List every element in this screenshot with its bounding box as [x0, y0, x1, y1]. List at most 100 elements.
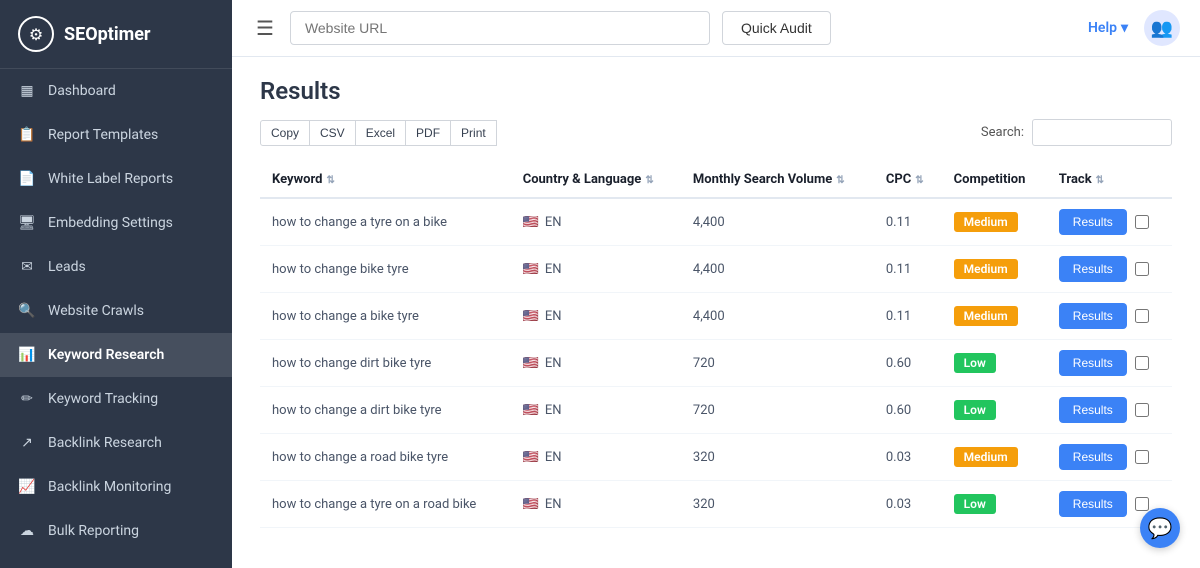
results-button[interactable]: Results — [1059, 209, 1127, 235]
sidebar-item-dashboard[interactable]: ▦ Dashboard — [0, 69, 232, 113]
cell-cpc: 0.03 — [874, 434, 942, 481]
nav-label-report-templates: Report Templates — [48, 127, 158, 143]
sidebar-item-keyword-research[interactable]: 📊 Keyword Research — [0, 333, 232, 377]
help-button[interactable]: Help ▾ — [1088, 20, 1128, 36]
col-header-keyword[interactable]: Keyword⇅ — [260, 162, 511, 198]
cell-country: 🇺🇸 EN — [511, 434, 681, 481]
nav-label-bulk-reporting: Bulk Reporting — [48, 523, 139, 539]
cell-country: 🇺🇸 EN — [511, 198, 681, 246]
sort-icon: ⇅ — [836, 175, 844, 186]
sidebar-nav: ▦ Dashboard 📋 Report Templates 📄 White L… — [0, 69, 232, 568]
cell-keyword: how to change a tyre on a road bike — [260, 481, 511, 528]
cell-country: 🇺🇸 EN — [511, 246, 681, 293]
track-checkbox[interactable] — [1135, 215, 1149, 229]
lang-code: EN — [545, 450, 562, 465]
cell-competition: Medium — [942, 434, 1047, 481]
cell-cpc: 0.11 — [874, 293, 942, 340]
cell-track: Results — [1047, 387, 1172, 434]
search-label: Search: — [981, 125, 1024, 140]
quick-audit-button[interactable]: Quick Audit — [722, 11, 831, 45]
results-button[interactable]: Results — [1059, 444, 1127, 470]
col-header-country-&-language[interactable]: Country & Language⇅ — [511, 162, 681, 198]
cell-keyword: how to change a road bike tyre — [260, 434, 511, 481]
lang-code: EN — [545, 309, 562, 324]
results-button[interactable]: Results — [1059, 397, 1127, 423]
url-input[interactable] — [290, 11, 710, 45]
sidebar-item-backlink-research[interactable]: ↗ Backlink Research — [0, 421, 232, 465]
results-button[interactable]: Results — [1059, 491, 1127, 517]
cell-volume: 4,400 — [681, 198, 874, 246]
cell-volume: 320 — [681, 481, 874, 528]
competition-badge: Low — [954, 494, 996, 514]
cell-cpc: 0.60 — [874, 387, 942, 434]
nav-label-leads: Leads — [48, 259, 86, 275]
cell-competition: Low — [942, 387, 1047, 434]
flag-icon: 🇺🇸 — [523, 356, 539, 371]
hamburger-button[interactable]: ☰ — [252, 12, 278, 45]
track-checkbox[interactable] — [1135, 497, 1149, 511]
cell-keyword: how to change a bike tyre — [260, 293, 511, 340]
logo: ⚙ SEOptimer — [0, 0, 232, 69]
track-checkbox[interactable] — [1135, 450, 1149, 464]
results-button[interactable]: Results — [1059, 256, 1127, 282]
sidebar-item-backlink-monitoring[interactable]: 📈 Backlink Monitoring — [0, 465, 232, 509]
table-header: Keyword⇅Country & Language⇅Monthly Searc… — [260, 162, 1172, 198]
cell-cpc: 0.60 — [874, 340, 942, 387]
toolbar: CopyCSVExcelPDFPrint Search: — [260, 119, 1172, 146]
results-button[interactable]: Results — [1059, 303, 1127, 329]
users-icon[interactable]: 👥 — [1144, 10, 1180, 46]
nav-label-backlink-research: Backlink Research — [48, 435, 162, 451]
cell-country: 🇺🇸 EN — [511, 293, 681, 340]
cell-keyword: how to change a tyre on a bike — [260, 198, 511, 246]
lang-code: EN — [545, 497, 562, 512]
cell-cpc: 0.11 — [874, 198, 942, 246]
search-input[interactable] — [1032, 119, 1172, 146]
sidebar-item-website-crawls[interactable]: 🔍 Website Crawls — [0, 289, 232, 333]
table-row: how to change a tyre on a road bike 🇺🇸 E… — [260, 481, 1172, 528]
sidebar-item-keyword-tracking[interactable]: ✏ Keyword Tracking — [0, 377, 232, 421]
cell-country: 🇺🇸 EN — [511, 387, 681, 434]
logo-icon: ⚙ — [18, 16, 54, 52]
results-button[interactable]: Results — [1059, 350, 1127, 376]
nav-icon-report-templates: 📋 — [18, 126, 36, 144]
cell-track: Results — [1047, 434, 1172, 481]
track-checkbox[interactable] — [1135, 262, 1149, 276]
toolbar-btn-pdf[interactable]: PDF — [405, 120, 451, 146]
main-area: ☰ Quick Audit Help ▾ 👥 Results CopyCSVEx… — [232, 0, 1200, 568]
col-header-competition: Competition — [942, 162, 1047, 198]
sidebar-item-embedding-settings[interactable]: 🖥 Embedding Settings — [0, 201, 232, 245]
competition-badge: Low — [954, 353, 996, 373]
flag-icon: 🇺🇸 — [523, 403, 539, 418]
header-row: Keyword⇅Country & Language⇅Monthly Searc… — [260, 162, 1172, 198]
nav-label-keyword-tracking: Keyword Tracking — [48, 391, 158, 407]
col-header-track[interactable]: Track⇅ — [1047, 162, 1172, 198]
track-checkbox[interactable] — [1135, 309, 1149, 323]
toolbar-btn-copy[interactable]: Copy — [260, 120, 310, 146]
cell-volume: 320 — [681, 434, 874, 481]
nav-label-website-crawls: Website Crawls — [48, 303, 144, 319]
toolbar-btn-print[interactable]: Print — [450, 120, 497, 146]
sidebar-item-leads[interactable]: ✉ Leads — [0, 245, 232, 289]
col-header-cpc[interactable]: CPC⇅ — [874, 162, 942, 198]
cell-competition: Low — [942, 481, 1047, 528]
track-checkbox[interactable] — [1135, 356, 1149, 370]
content-area: Results CopyCSVExcelPDFPrint Search: Key… — [232, 57, 1200, 568]
topbar-right: Help ▾ 👥 — [1088, 10, 1180, 46]
sidebar-item-report-templates[interactable]: 📋 Report Templates — [0, 113, 232, 157]
toolbar-btn-excel[interactable]: Excel — [355, 120, 406, 146]
cell-competition: Medium — [942, 198, 1047, 246]
nav-icon-backlink-monitoring: 📈 — [18, 478, 36, 496]
competition-badge: Medium — [954, 259, 1018, 279]
cell-volume: 720 — [681, 340, 874, 387]
nav-label-white-label-reports: White Label Reports — [48, 171, 173, 187]
chat-bubble[interactable]: 💬 — [1140, 508, 1180, 548]
toolbar-btn-csv[interactable]: CSV — [309, 120, 356, 146]
track-checkbox[interactable] — [1135, 403, 1149, 417]
col-header-monthly-search-volume[interactable]: Monthly Search Volume⇅ — [681, 162, 874, 198]
nav-icon-keyword-research: 📊 — [18, 346, 36, 364]
competition-badge: Medium — [954, 306, 1018, 326]
table-row: how to change a road bike tyre 🇺🇸 EN 320… — [260, 434, 1172, 481]
sidebar-item-bulk-reporting[interactable]: ☁ Bulk Reporting — [0, 509, 232, 553]
cell-keyword: how to change bike tyre — [260, 246, 511, 293]
sidebar-item-white-label-reports[interactable]: 📄 White Label Reports — [0, 157, 232, 201]
